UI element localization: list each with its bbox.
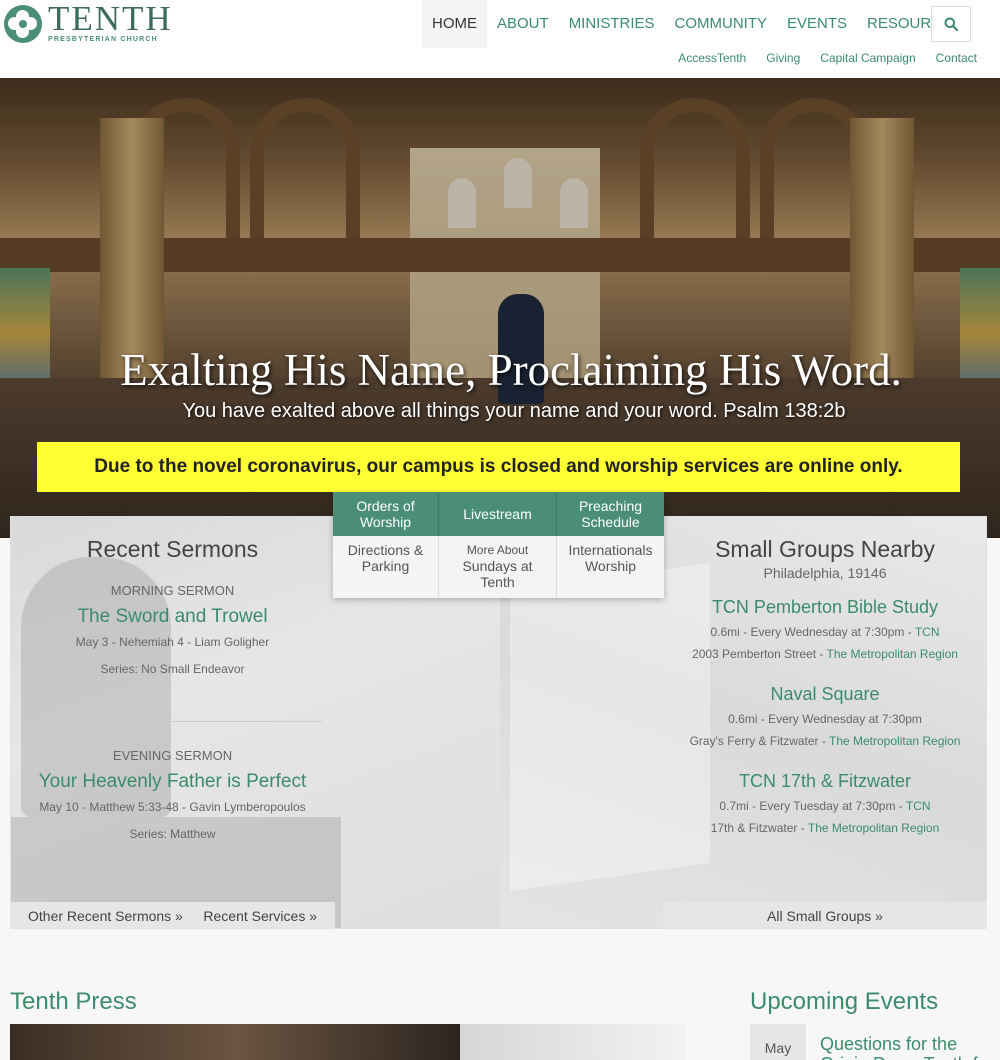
more-about-sundays-link[interactable]: More About Sundays at Tenth [439,536,557,598]
group-address: 17th & Fitzwater - The Metropolitan Regi… [710,821,940,835]
quick-link-line: Internationals [568,542,653,558]
quick-links: Orders of Worship Livestream Preaching S… [333,492,664,598]
group-region-link[interactable]: The Metropolitan Region [829,734,960,748]
tenth-press-image[interactable] [10,1024,460,1060]
tenth-press-heading[interactable]: Tenth Press [10,988,137,1016]
group-name[interactable]: Naval Square [663,684,987,705]
group-region-link[interactable]: The Metropolitan Region [808,821,939,835]
search-button[interactable] [931,6,971,42]
group-network-link[interactable]: TCN [915,625,940,639]
hero-subtitle: You have exalted above all things your n… [182,400,846,422]
nav-ministries[interactable]: MINISTRIES [559,0,665,48]
nav-events[interactable]: EVENTS [777,0,857,48]
quick-link-line: More About [466,543,529,557]
subnav-giving[interactable]: Giving [766,51,800,65]
all-small-groups-link[interactable]: All Small Groups » [663,902,987,929]
site-logo[interactable]: TENTH PRESBYTERIAN CHURCH [4,0,173,43]
evening-sermon-label: EVENING SERMON [112,748,233,763]
group-schedule: 0.7mi - Every Tuesday at 7:30pm - TCN [719,799,931,813]
logo-subtitle: PRESBYTERIAN CHURCH [48,36,158,43]
small-groups-section: Small Groups Nearby Philadelphia, 19146 … [663,516,987,836]
recent-sermons-section: Recent Sermons MORNING SERMON The Sword … [10,516,335,842]
main-nav: HOME ABOUT MINISTRIES COMMUNITY EVENTS R… [422,0,972,48]
logo-name: TENTH [48,0,173,38]
morning-sermon-title[interactable]: The Sword and Trowel [10,606,335,628]
preaching-schedule-link[interactable]: Preaching Schedule [557,492,664,536]
evening-sermon-series[interactable]: Series: Matthew [10,826,335,842]
covid-alert-banner: Due to the novel coronavirus, our campus… [37,442,960,492]
event-title[interactable]: Questions for the Origin Days: Tenth f [820,1034,990,1060]
search-icon [944,17,958,31]
upcoming-events-heading[interactable]: Upcoming Events [750,988,938,1016]
group-address: 2003 Pemberton Street - The Metropolitan… [692,647,958,661]
sermon-links: Other Recent Sermons » Recent Services » [10,902,335,929]
quick-link-line: Directions & [347,542,424,558]
group-network-link[interactable]: TCN [906,799,931,813]
quick-link-line: Sundays at [462,558,533,574]
morning-sermon-meta: May 3 - Nehemiah 4 - Liam Goligher [75,635,270,649]
morning-sermon-label: MORNING SERMON [110,583,235,598]
logo-emblem-icon [4,4,42,43]
quick-link-line: Parking [361,558,410,574]
site-header: TENTH PRESBYTERIAN CHURCH HOME ABOUT MIN… [0,0,1000,78]
secondary-nav: AccessTenth Giving Capital Campaign Cont… [678,51,977,65]
directions-parking-link[interactable]: Directions & Parking [333,536,439,598]
group-schedule: 0.6mi - Every Wednesday at 7:30pm [728,712,922,726]
orders-of-worship-link[interactable]: Orders of Worship [333,492,439,536]
hero-title: Exalting His Name, Proclaiming His Word. [120,345,902,395]
nav-community[interactable]: COMMUNITY [665,0,778,48]
nav-about[interactable]: ABOUT [487,0,559,48]
subnav-contact[interactable]: Contact [936,51,977,65]
quick-link-line: Worship [584,558,637,574]
subnav-accesstenth[interactable]: AccessTenth [678,51,746,65]
groups-location: Philadelphia, 19146 [763,565,887,581]
recent-services-link[interactable]: Recent Services » [203,908,317,924]
subnav-capital-campaign[interactable]: Capital Campaign [820,51,915,65]
quick-link-line: Tenth [480,574,515,590]
morning-sermon-series[interactable]: Series: No Small Endeavor [10,661,335,677]
sermon-divider [172,721,322,722]
nav-home[interactable]: HOME [422,0,487,48]
livestream-link[interactable]: Livestream [439,492,557,536]
internationals-worship-link[interactable]: Internationals Worship [557,536,664,598]
group-schedule: 0.6mi - Every Wednesday at 7:30pm - TCN [710,625,940,639]
group-region-link[interactable]: The Metropolitan Region [827,647,958,661]
group-address: Gray's Ferry & Fitzwater - The Metropoli… [689,734,961,748]
other-recent-sermons-link[interactable]: Other Recent Sermons » [28,908,183,924]
evening-sermon-meta: May 10 - Matthew 5:33-48 - Gavin Lymbero… [39,800,306,814]
tenth-press-image-secondary[interactable] [460,1024,685,1060]
recent-sermons-heading: Recent Sermons [86,536,259,562]
event-date: May [750,1024,806,1060]
group-name[interactable]: TCN 17th & Fitzwater [663,771,987,792]
group-name[interactable]: TCN Pemberton Bible Study [663,597,987,618]
small-groups-heading: Small Groups Nearby [715,536,935,562]
evening-sermon-title[interactable]: Your Heavenly Father is Perfect [10,771,335,793]
